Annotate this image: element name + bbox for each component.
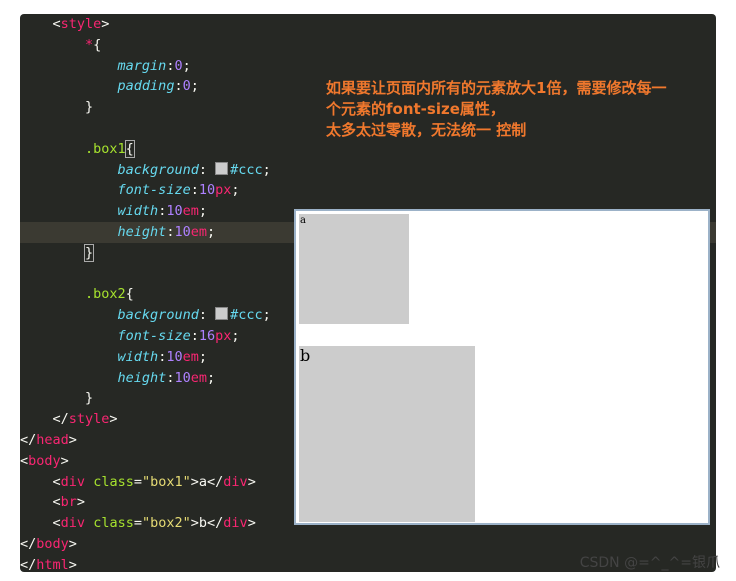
code-token: 0 [182, 78, 191, 95]
code-token: px [215, 328, 232, 344]
code-token: "box1" [141, 473, 191, 490]
code-token: 10 [166, 203, 183, 220]
code-token: 0 [174, 57, 183, 74]
code-token: class [93, 515, 134, 532]
preview-box1-text: a [300, 215, 306, 226]
code-token: em [182, 348, 199, 365]
annotation-note: 如果要让页面内所有的元素放大1倍，需要修改每一 个元素的font-size属性，… [326, 78, 716, 141]
code-token: height [117, 224, 167, 240]
code-token: * [85, 36, 94, 53]
watermark: CSDN @=^_^=银爪 [579, 555, 720, 571]
code-token: head [36, 432, 69, 448]
code-token: width [117, 203, 159, 220]
code-token: .box1 [85, 140, 126, 157]
code-line: <style> [52, 16, 110, 32]
code-line: .box1{ [85, 139, 135, 158]
code-token: em [190, 224, 207, 240]
code-token: body [36, 536, 69, 552]
color-swatch-icon [215, 307, 229, 321]
code-token: .box2 [85, 286, 126, 303]
code-token: style [60, 16, 102, 32]
code-token: height [117, 369, 167, 386]
code-token: 10 [174, 369, 191, 386]
code-line: background: #ccc; [117, 161, 271, 178]
code-token: 16 [198, 328, 216, 344]
code-token: div [223, 473, 248, 490]
code-token: div [223, 515, 248, 532]
code-line: *{ [85, 36, 102, 53]
code-token: font-size [117, 328, 191, 344]
code-token: #ccc [230, 307, 263, 324]
code-token: font-size [117, 182, 191, 199]
code-token: background [117, 161, 199, 178]
code-line: margin:0; [117, 57, 191, 74]
code-token: px [215, 182, 232, 199]
code-token: div [60, 515, 86, 532]
color-swatch-icon [215, 161, 229, 175]
code-token: "box2" [141, 515, 191, 532]
code-token: width [117, 348, 159, 365]
note-line: 个元素的font-size属性， [326, 100, 505, 118]
code-token: 10 [174, 224, 191, 240]
code-token: body [28, 452, 61, 469]
code-token: div [60, 473, 86, 490]
browser-preview: a b [294, 209, 710, 525]
code-token: b [198, 515, 208, 532]
code-token: em [190, 369, 207, 386]
code-token: em [182, 203, 199, 220]
code-token: background [117, 307, 199, 324]
code-token: br [60, 494, 77, 511]
preview-box2-text: b [300, 346, 311, 365]
code-token: html [36, 556, 69, 572]
code-token: #ccc [230, 161, 263, 178]
code-token: padding [117, 78, 175, 95]
note-line: 如果要让页面内所有的元素放大1倍，需要修改每一 [326, 79, 667, 97]
code-token: 10 [198, 182, 216, 199]
code-token: margin [117, 57, 167, 74]
code-token: a [198, 473, 208, 490]
code-token: class [93, 473, 134, 490]
preview-box1: a [299, 214, 409, 324]
code-line: font-size:10px; [117, 182, 240, 199]
note-line: 太多太过零散，无法统一 控制 [326, 121, 527, 139]
preview-box2: b [299, 346, 475, 522]
code-token: style [68, 411, 110, 428]
code-token: 10 [166, 348, 183, 365]
